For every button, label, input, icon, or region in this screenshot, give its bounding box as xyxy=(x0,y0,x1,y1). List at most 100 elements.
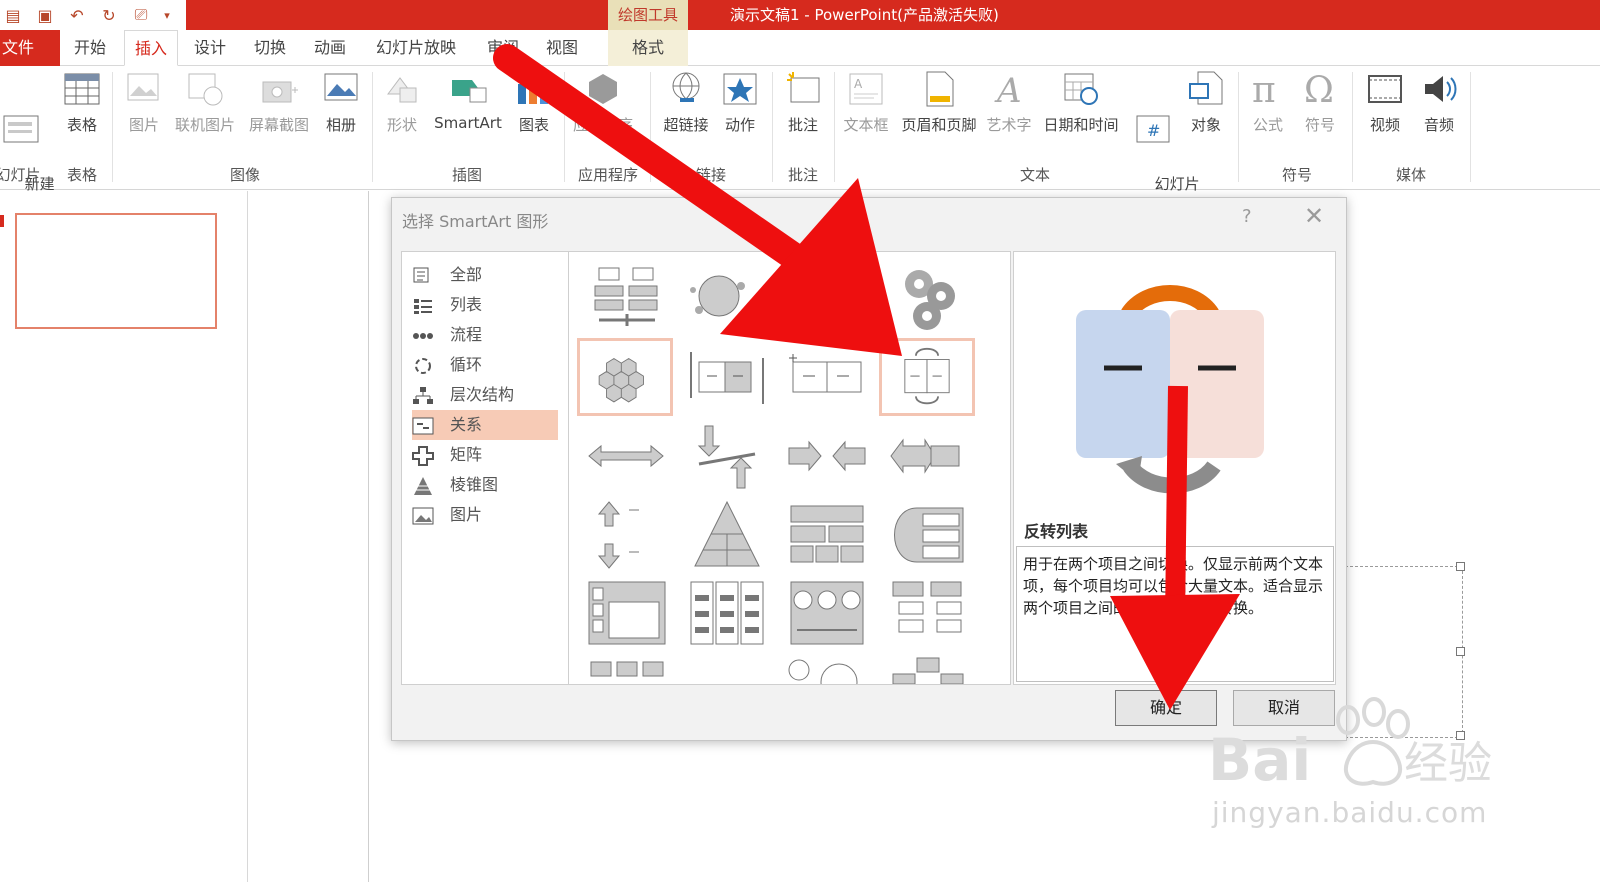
tab-view[interactable]: 视图 xyxy=(536,30,588,66)
datetime-button[interactable]: 日期和时间 xyxy=(1038,70,1124,135)
ribbon: 新建 幻灯片 表格 图片 联机图片 屏幕截图 相册 形状 xyxy=(0,66,1600,213)
layout-thumbnail[interactable] xyxy=(779,652,875,685)
screenshot-button[interactable]: 屏幕截图 xyxy=(244,70,314,135)
album-icon xyxy=(324,73,358,101)
object-button[interactable]: 对象 xyxy=(1184,70,1228,135)
layout-thumbnail[interactable] xyxy=(679,260,775,338)
video-icon xyxy=(1368,75,1402,103)
category-matrix[interactable]: 矩阵 xyxy=(412,440,558,470)
category-relationship[interactable]: 关系 xyxy=(412,410,558,440)
apps-button[interactable]: 应用程序 xyxy=(566,70,640,135)
layout-thumbnail[interactable] xyxy=(579,260,675,338)
comment-button[interactable]: 批注 xyxy=(780,70,826,135)
undo-icon[interactable]: ↶ xyxy=(66,6,88,25)
group-media: 媒体 xyxy=(1395,166,1426,184)
category-cycle[interactable]: 循环 xyxy=(412,350,558,380)
chart-icon xyxy=(518,76,548,104)
chart-button[interactable]: 图表 xyxy=(512,70,556,135)
layout-thumbnail[interactable] xyxy=(779,418,875,496)
tab-animations[interactable]: 动画 xyxy=(304,30,356,66)
layout-thumbnail[interactable] xyxy=(579,496,675,574)
resize-handle[interactable] xyxy=(1456,562,1465,571)
camera-icon xyxy=(262,81,298,103)
layout-thumbnail[interactable] xyxy=(879,418,975,496)
customize-qat-icon[interactable]: ▾ xyxy=(162,9,172,22)
category-picture[interactable]: 图片 xyxy=(412,500,558,530)
ribbon-tabs: 文件 开始 插入 设计 切换 动画 幻灯片放映 审阅 视图 格式 xyxy=(0,30,1600,66)
object-icon xyxy=(1189,71,1223,105)
drawing-tools-context: 绘图工具 xyxy=(608,0,688,30)
smartart-button[interactable]: SmartArt xyxy=(428,70,508,132)
layout-thumbnail[interactable] xyxy=(577,338,673,416)
layout-thumbnail[interactable] xyxy=(679,574,775,652)
album-button[interactable]: 相册 xyxy=(318,70,364,135)
help-button[interactable]: ? xyxy=(1242,206,1252,227)
smartart-dialog: 选择 SmartArt 图形 ? ✕ 全部 列表 流程 循环 层次结构 关系 矩… xyxy=(391,197,1347,741)
symbol-button[interactable]: Ω 符号 xyxy=(1298,70,1342,135)
action-button[interactable]: 动作 xyxy=(718,70,762,135)
tab-format[interactable]: 格式 xyxy=(608,30,688,66)
layout-thumbnail[interactable] xyxy=(579,574,675,652)
category-process[interactable]: 流程 xyxy=(412,320,558,350)
tab-insert[interactable]: 插入 xyxy=(124,30,179,66)
layout-thumbnail[interactable] xyxy=(879,496,975,574)
category-pyramid[interactable]: 棱锥图 xyxy=(412,470,558,500)
layout-thumbnail-selected[interactable] xyxy=(879,338,975,416)
close-button[interactable]: ✕ xyxy=(1304,202,1324,230)
star-icon xyxy=(723,73,757,105)
svg-text:Bai: Bai xyxy=(1208,726,1311,794)
layout-thumbnail[interactable] xyxy=(879,652,975,685)
save-icon[interactable]: ▣ xyxy=(34,6,56,25)
category-list-type[interactable]: 列表 xyxy=(412,290,558,320)
layout-thumbnail[interactable] xyxy=(779,338,875,416)
tab-home[interactable]: 开始 xyxy=(64,30,116,66)
tab-slideshow[interactable]: 幻灯片放映 xyxy=(366,30,466,66)
wordart-button[interactable]: A 艺术字 xyxy=(984,70,1034,135)
header-footer-button[interactable]: 页眉和页脚 xyxy=(896,70,982,135)
table-button[interactable]: 表格 xyxy=(60,70,104,135)
layout-thumbnail[interactable] xyxy=(779,574,875,652)
layout-thumbnail[interactable] xyxy=(879,260,975,338)
svg-text:A: A xyxy=(994,71,1022,108)
slide-edge xyxy=(368,191,369,882)
layout-thumbnail[interactable] xyxy=(779,496,875,574)
tab-design[interactable]: 设计 xyxy=(184,30,236,66)
audio-button[interactable]: 音频 xyxy=(1416,70,1462,135)
group-comments: 批注 xyxy=(787,166,818,184)
present-icon[interactable]: ⎚ xyxy=(130,5,152,25)
picture-button[interactable]: 图片 xyxy=(120,70,168,135)
layout-thumbnail[interactable] xyxy=(679,496,775,574)
tab-file[interactable]: 文件 xyxy=(0,30,60,66)
layout-thumbnail[interactable] xyxy=(579,652,675,685)
layout-thumbnail[interactable] xyxy=(879,574,975,652)
textbox-button[interactable]: A 文本框 xyxy=(838,70,894,135)
slide-thumbnails-pane xyxy=(0,191,248,882)
cycle-icon xyxy=(415,357,431,374)
all-icon xyxy=(413,267,429,282)
shapes-button[interactable]: 形状 xyxy=(380,70,424,135)
thumbnail-marker xyxy=(0,215,4,227)
layout-thumbnail[interactable] xyxy=(679,338,775,416)
pi-icon: π xyxy=(1252,70,1276,108)
group-apps: 应用程序 xyxy=(577,166,638,184)
redo-icon[interactable]: ↻ xyxy=(98,6,120,25)
pyramid-icon xyxy=(414,476,432,495)
ok-button[interactable]: 确定 xyxy=(1115,690,1217,726)
video-button[interactable]: 视频 xyxy=(1362,70,1408,135)
hyperlink-button[interactable]: 超链接 xyxy=(658,70,714,135)
list-icon xyxy=(414,298,432,314)
tab-review[interactable]: 审阅 xyxy=(477,30,529,66)
equation-button[interactable]: π 公式 xyxy=(1246,70,1290,135)
online-picture-button[interactable]: 联机图片 xyxy=(170,70,240,135)
preview-title: 反转列表 xyxy=(1024,522,1089,541)
header-footer-icon xyxy=(926,71,954,107)
layout-thumbnail[interactable] xyxy=(579,418,675,496)
group-text: 文本 xyxy=(1019,166,1050,184)
tab-transitions[interactable]: 切换 xyxy=(244,30,296,66)
svg-text:经验: 经验 xyxy=(1404,738,1492,789)
slide-thumbnail[interactable] xyxy=(15,213,217,329)
resize-handle[interactable] xyxy=(1456,647,1465,656)
category-all[interactable]: 全部 xyxy=(412,260,558,290)
category-hierarchy[interactable]: 层次结构 xyxy=(412,380,558,410)
layout-thumbnail[interactable] xyxy=(679,418,775,496)
